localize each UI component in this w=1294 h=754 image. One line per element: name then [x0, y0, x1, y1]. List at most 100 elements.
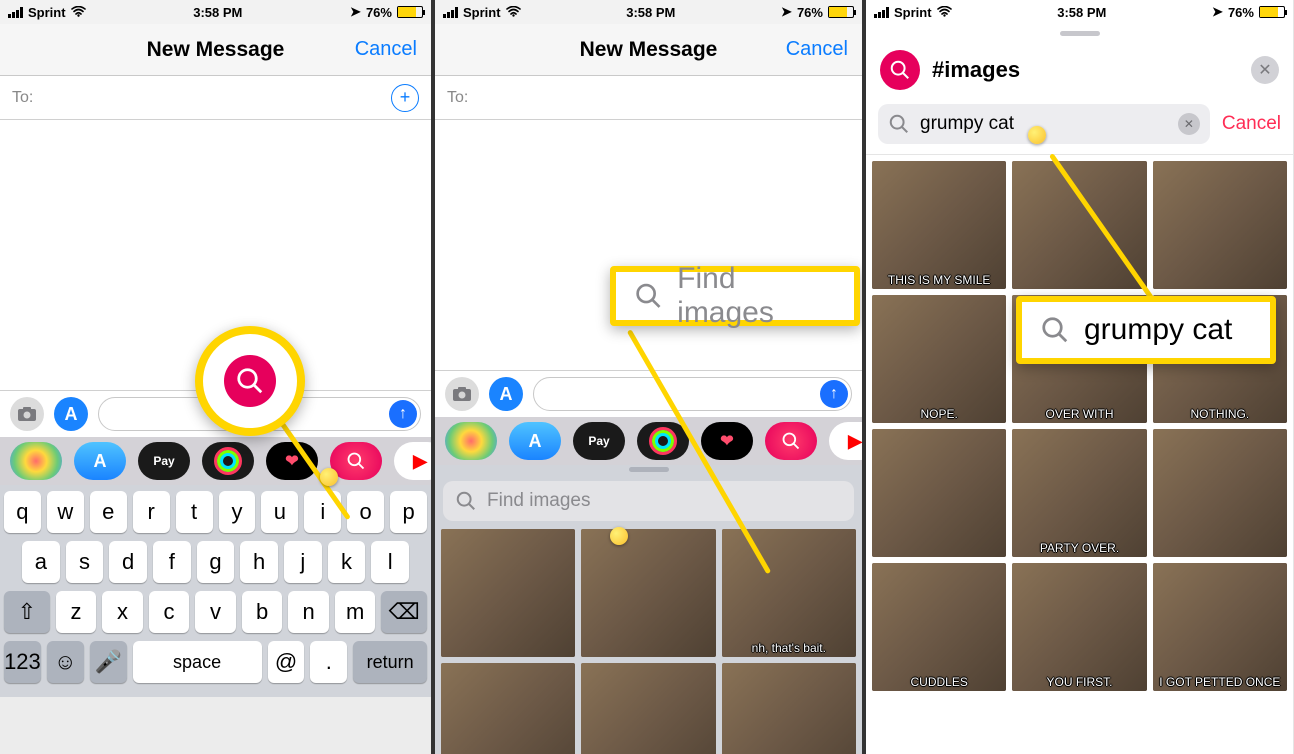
- search-input[interactable]: grumpy cat ✕: [878, 104, 1210, 144]
- youtube-app-chip[interactable]: ▶: [394, 442, 431, 480]
- key-x[interactable]: x: [102, 591, 143, 633]
- result-tile[interactable]: PARTY OVER.: [1012, 429, 1146, 557]
- images-app-chip[interactable]: [765, 422, 817, 460]
- stickers-app-chip[interactable]: [701, 422, 753, 460]
- at-key[interactable]: @: [268, 641, 305, 683]
- key-y[interactable]: y: [219, 491, 256, 533]
- key-p[interactable]: p: [390, 491, 427, 533]
- activity-app-chip[interactable]: [637, 422, 689, 460]
- result-tile[interactable]: [1153, 161, 1287, 289]
- send-button[interactable]: ↑: [820, 380, 848, 408]
- gif-tile[interactable]: [722, 663, 856, 754]
- gif-tile[interactable]: [581, 663, 715, 754]
- battery-icon: [828, 6, 854, 18]
- message-input[interactable]: ↑: [98, 397, 421, 431]
- phone-screen-1: Sprint 3:58 PM ➤ 76% New Message Cancel …: [0, 0, 431, 754]
- key-h[interactable]: h: [240, 541, 278, 583]
- battery-icon: [1259, 6, 1285, 18]
- key-m[interactable]: m: [335, 591, 376, 633]
- dot-key[interactable]: .: [310, 641, 347, 683]
- youtube-app-chip[interactable]: ▶: [829, 422, 862, 460]
- status-bar: Sprint 3:58 PM ➤ 76%: [435, 0, 862, 24]
- keyboard[interactable]: qwertyuiop asdfghjkl ⇧ zxcvbnm ⌫ 123 ☺ 🎤…: [0, 485, 431, 697]
- images-app-chip[interactable]: [330, 442, 382, 480]
- recipient-row[interactable]: To: +: [0, 76, 431, 120]
- key-w[interactable]: w: [47, 491, 84, 533]
- result-tile[interactable]: NOPE.: [872, 295, 1006, 423]
- return-key[interactable]: return: [353, 641, 427, 683]
- key-d[interactable]: d: [109, 541, 147, 583]
- key-l[interactable]: l: [371, 541, 409, 583]
- stickers-app-chip[interactable]: [266, 442, 318, 480]
- shift-key[interactable]: ⇧: [4, 591, 50, 633]
- recipient-row[interactable]: To:: [435, 76, 862, 120]
- key-r[interactable]: r: [133, 491, 170, 533]
- result-tile[interactable]: [1153, 429, 1287, 557]
- key-t[interactable]: t: [176, 491, 213, 533]
- find-images-input[interactable]: Find images: [443, 481, 854, 521]
- result-tile[interactable]: THIS IS MY SMILE: [872, 161, 1006, 289]
- key-a[interactable]: a: [22, 541, 60, 583]
- photos-app-chip[interactable]: [445, 422, 497, 460]
- key-i[interactable]: i: [304, 491, 341, 533]
- applepay-app-chip[interactable]: Pay: [573, 422, 625, 460]
- key-b[interactable]: b: [242, 591, 283, 633]
- result-tile[interactable]: [872, 429, 1006, 557]
- search-cancel-button[interactable]: Cancel: [1222, 113, 1281, 135]
- key-j[interactable]: j: [284, 541, 322, 583]
- gif-tile[interactable]: [441, 663, 575, 754]
- key-k[interactable]: k: [328, 541, 366, 583]
- photos-app-chip[interactable]: [10, 442, 62, 480]
- add-contact-button[interactable]: +: [391, 84, 419, 112]
- app-store-icon[interactable]: A: [489, 377, 523, 411]
- activity-app-chip[interactable]: [202, 442, 254, 480]
- emoji-key[interactable]: ☺: [47, 641, 84, 683]
- key-v[interactable]: v: [195, 591, 236, 633]
- key-q[interactable]: q: [4, 491, 41, 533]
- clear-search-button[interactable]: ✕: [1178, 113, 1200, 135]
- app-strip[interactable]: A Pay ▶: [435, 417, 862, 465]
- wifi-icon: [937, 5, 952, 20]
- cancel-button[interactable]: Cancel: [355, 38, 417, 61]
- gif-tile[interactable]: [581, 529, 715, 657]
- gif-tile[interactable]: [441, 529, 575, 657]
- battery-pct: 76%: [366, 5, 392, 20]
- result-tile[interactable]: NOTHING.: [1153, 295, 1287, 423]
- appstore-app-chip[interactable]: A: [509, 422, 561, 460]
- gif-tile[interactable]: nh, that's bait.: [722, 529, 856, 657]
- page-title: New Message: [580, 38, 718, 62]
- key-s[interactable]: s: [66, 541, 104, 583]
- result-tile[interactable]: [1012, 161, 1146, 289]
- key-o[interactable]: o: [347, 491, 384, 533]
- sheet-handle[interactable]: [866, 24, 1293, 42]
- message-input[interactable]: ↑: [533, 377, 852, 411]
- compose-bar: A ↑: [435, 370, 862, 417]
- page-title: New Message: [147, 38, 285, 62]
- key-e[interactable]: e: [90, 491, 127, 533]
- key-f[interactable]: f: [153, 541, 191, 583]
- send-button[interactable]: ↑: [389, 400, 417, 428]
- key-g[interactable]: g: [197, 541, 235, 583]
- key-z[interactable]: z: [56, 591, 97, 633]
- space-key[interactable]: space: [133, 641, 262, 683]
- appstore-app-chip[interactable]: A: [74, 442, 126, 480]
- camera-icon[interactable]: [445, 377, 479, 411]
- cancel-button[interactable]: Cancel: [786, 38, 848, 61]
- app-strip[interactable]: A Pay ▶: [0, 437, 431, 485]
- mic-key[interactable]: 🎤: [90, 641, 127, 683]
- app-store-icon[interactable]: A: [54, 397, 88, 431]
- result-tile[interactable]: I GOT PETTED ONCE: [1153, 563, 1287, 691]
- status-bar: Sprint 3:58 PM ➤ 76%: [866, 0, 1293, 24]
- result-tile[interactable]: CUDDLES: [872, 563, 1006, 691]
- camera-icon[interactable]: [10, 397, 44, 431]
- result-tile[interactable]: OVER WITH: [1012, 295, 1146, 423]
- numbers-key[interactable]: 123: [4, 641, 41, 683]
- result-tile[interactable]: YOU FIRST.: [1012, 563, 1146, 691]
- clock-label: 3:58 PM: [626, 5, 675, 20]
- key-c[interactable]: c: [149, 591, 190, 633]
- applepay-app-chip[interactable]: Pay: [138, 442, 190, 480]
- backspace-key[interactable]: ⌫: [381, 591, 427, 633]
- key-u[interactable]: u: [261, 491, 298, 533]
- close-button[interactable]: ✕: [1251, 56, 1279, 84]
- key-n[interactable]: n: [288, 591, 329, 633]
